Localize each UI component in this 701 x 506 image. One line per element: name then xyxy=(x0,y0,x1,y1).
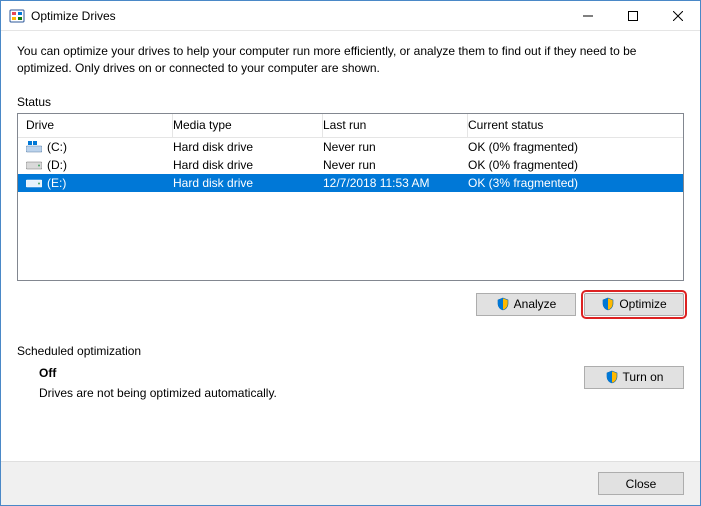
close-label: Close xyxy=(626,477,657,491)
drive-row[interactable]: (E:) Hard disk drive12/7/2018 11:53 AMOK … xyxy=(18,174,683,192)
scheduled-detail: Drives are not being optimized automatic… xyxy=(39,386,584,400)
drive-row[interactable]: (C:) Hard disk driveNever runOK (0% fragm… xyxy=(18,138,683,156)
turn-on-button[interactable]: Turn on xyxy=(584,366,684,389)
drive-name: (C:) xyxy=(47,140,67,154)
drives-list[interactable]: Drive Media type Last run Current status… xyxy=(17,113,684,281)
drive-media: Hard disk drive xyxy=(173,176,323,190)
minimize-button[interactable] xyxy=(565,1,610,30)
drive-media: Hard disk drive xyxy=(173,140,323,154)
content-area: You can optimize your drives to help you… xyxy=(1,31,700,461)
col-header-media[interactable]: Media type xyxy=(173,114,323,137)
analyze-button[interactable]: Analyze xyxy=(476,293,576,316)
drive-name: (D:) xyxy=(47,158,67,172)
shield-icon xyxy=(601,297,615,311)
close-window-button[interactable] xyxy=(655,1,700,30)
drive-icon xyxy=(26,177,42,189)
scheduled-state: Off xyxy=(39,366,584,380)
scheduled-heading: Scheduled optimization xyxy=(17,344,684,358)
shield-icon xyxy=(605,370,619,384)
drive-media: Hard disk drive xyxy=(173,158,323,172)
drive-status: OK (3% fragmented) xyxy=(468,176,683,190)
shield-icon xyxy=(496,297,510,311)
optimize-button[interactable]: Optimize xyxy=(584,293,684,316)
window-title: Optimize Drives xyxy=(31,9,565,23)
status-label: Status xyxy=(17,95,684,109)
drive-last-run: Never run xyxy=(323,140,468,154)
footer: Close xyxy=(1,461,700,505)
col-header-last[interactable]: Last run xyxy=(323,114,468,137)
drive-last-run: Never run xyxy=(323,158,468,172)
action-buttons: Analyze Optimize xyxy=(17,293,684,316)
analyze-label: Analyze xyxy=(514,297,557,311)
titlebar: Optimize Drives xyxy=(1,1,700,31)
app-icon xyxy=(9,8,25,24)
scheduled-section: Scheduled optimization Off Drives are no… xyxy=(17,344,684,400)
list-header: Drive Media type Last run Current status xyxy=(18,114,683,138)
optimize-label: Optimize xyxy=(619,297,666,311)
turn-on-label: Turn on xyxy=(623,370,664,384)
drive-name: (E:) xyxy=(47,176,66,190)
maximize-button[interactable] xyxy=(610,1,655,30)
drive-last-run: 12/7/2018 11:53 AM xyxy=(323,176,468,190)
drive-status: OK (0% fragmented) xyxy=(468,158,683,172)
description-text: You can optimize your drives to help you… xyxy=(17,43,684,77)
drive-status: OK (0% fragmented) xyxy=(468,140,683,154)
drive-icon xyxy=(26,159,42,171)
col-header-status[interactable]: Current status xyxy=(468,114,683,137)
drive-icon xyxy=(26,141,42,153)
col-header-drive[interactable]: Drive xyxy=(18,114,173,137)
close-button[interactable]: Close xyxy=(598,472,684,495)
drive-row[interactable]: (D:) Hard disk driveNever runOK (0% fragm… xyxy=(18,156,683,174)
